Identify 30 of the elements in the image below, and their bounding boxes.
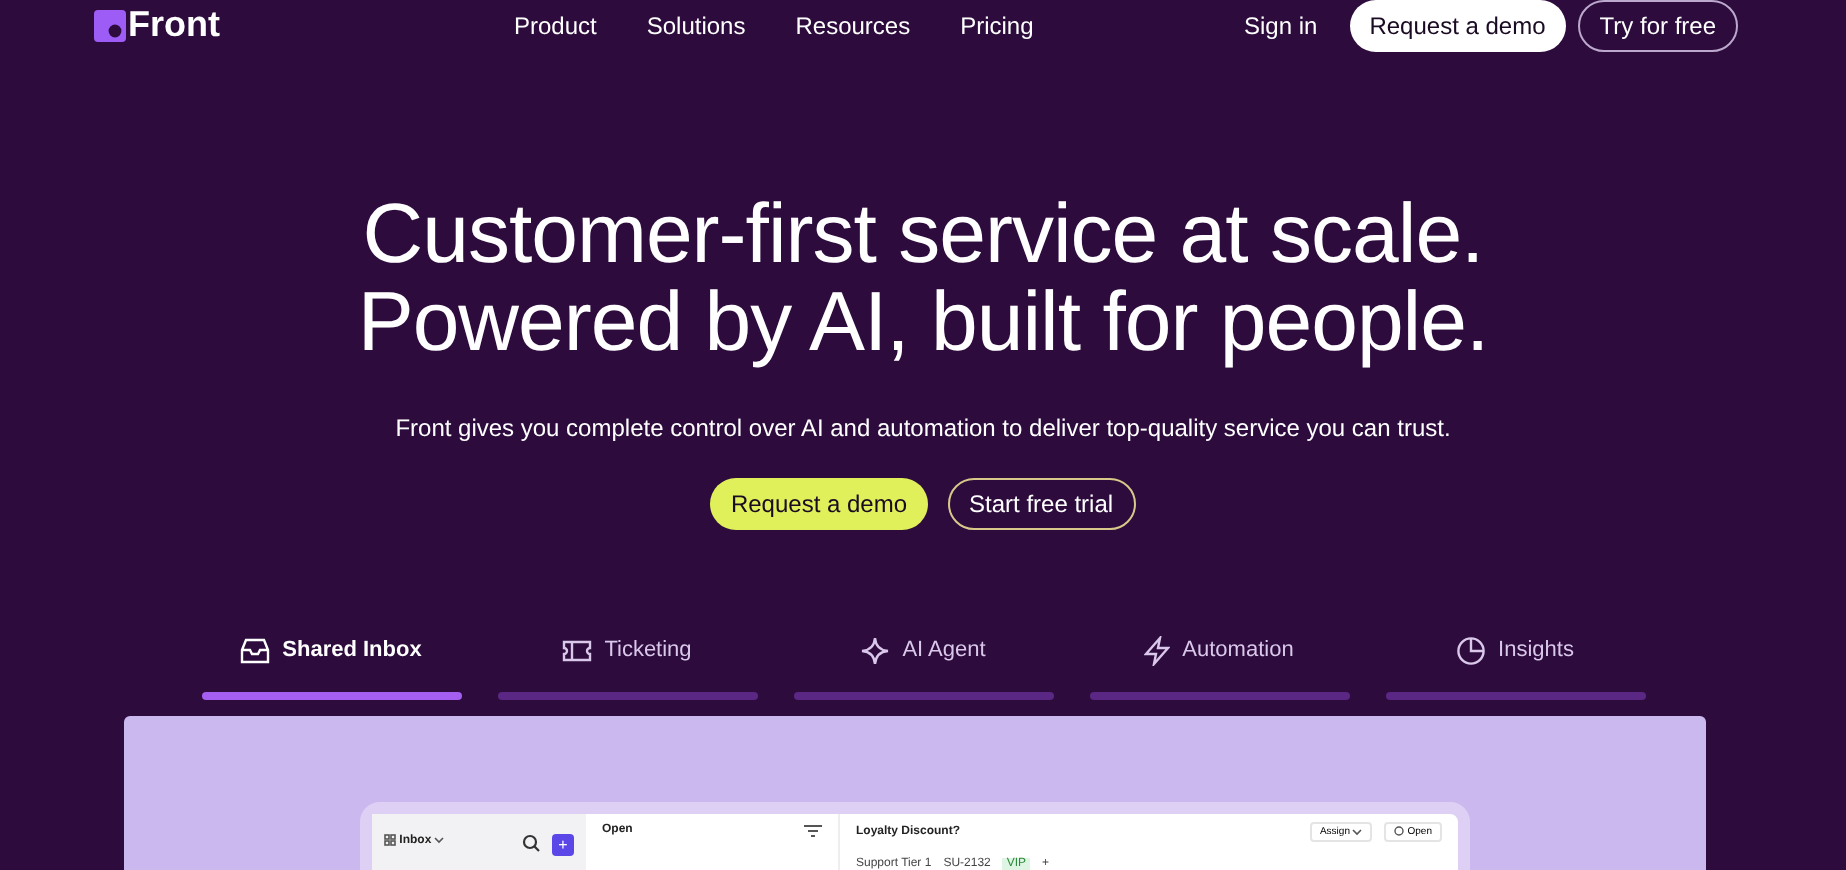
caret-icon — [434, 836, 445, 844]
request-demo-button[interactable]: Request a demo — [710, 478, 928, 530]
filter-icon[interactable] — [804, 824, 822, 838]
ticket-icon — [562, 639, 593, 661]
try-free-button[interactable]: Try for free — [1577, 0, 1738, 51]
hero-subtitle: Front gives you complete control over AI and automation to deliver top-quality service you can trust. — [393, 414, 1453, 442]
nav-link[interactable]: Solutions — [646, 11, 746, 39]
nav-link[interactable]: Pricing — [960, 11, 1034, 39]
logo-icon — [94, 9, 126, 41]
feature-tab[interactable]: Ticketing — [562, 634, 692, 666]
sparkle-icon — [860, 635, 891, 665]
start-trial-button[interactable]: Start free trial — [947, 478, 1136, 530]
feature-tab[interactable]: Shared Inbox — [240, 634, 422, 666]
nav-link[interactable]: Resources — [795, 11, 911, 39]
hero-title: Customer-first service at scale. Powered by AI, built for people. — [355, 190, 1491, 366]
request-demo-button[interactable]: Request a demo — [1349, 0, 1566, 51]
circle-icon — [1394, 826, 1405, 837]
pie-chart-icon — [1456, 635, 1487, 665]
feature-tab[interactable]: Automation — [1144, 634, 1294, 666]
sign-in-link[interactable]: Sign in — [1244, 11, 1318, 39]
feature-tab[interactable]: Insights — [1456, 634, 1574, 666]
feature-tab[interactable]: AI Agent — [860, 634, 986, 666]
caret-icon — [1352, 827, 1363, 836]
search-icon[interactable] — [522, 834, 540, 852]
nav-link[interactable]: Product — [514, 11, 597, 39]
compose-button[interactable]: + — [552, 834, 574, 856]
lightning-icon — [1144, 635, 1171, 665]
logo-text[interactable]: Front — [128, 4, 220, 46]
grid-icon — [384, 834, 396, 846]
inbox-icon — [240, 637, 271, 663]
